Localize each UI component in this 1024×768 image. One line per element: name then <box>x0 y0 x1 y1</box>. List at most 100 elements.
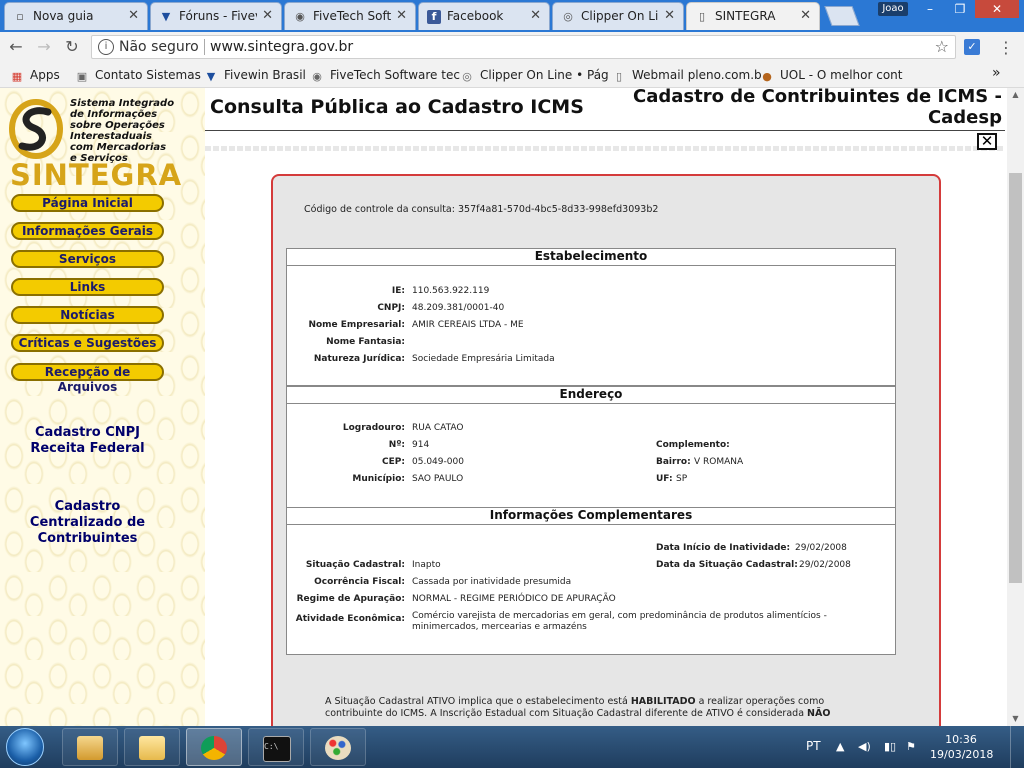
bookmark-clipper[interactable]: ◎ Clipper On Line • Pág <box>460 68 608 83</box>
security-label: Não seguro <box>119 39 199 55</box>
bookmark-fivetech[interactable]: ◉ FiveTech Software tec <box>310 68 460 83</box>
bookmark-apps[interactable]: ▦ Apps <box>10 68 60 83</box>
windows-taskbar: C:\ PT ▲ ◀) ▮▯ ⚑ 10:36 19/03/2018 <box>0 726 1024 768</box>
title-divider-dotted <box>205 146 1005 151</box>
section-title: Estabelecimento <box>287 249 895 266</box>
clipper-icon: ◎ <box>462 69 472 83</box>
section-endereco: Endereço Logradouro: RUA CATAO Nº: 914 Com… <box>286 386 896 508</box>
show-desktop-button[interactable] <box>1010 726 1024 768</box>
link-cadastro-cnpj[interactable]: Cadastro CNPJ Receita Federal <box>0 425 175 457</box>
scroll-thumb[interactable] <box>1009 173 1022 583</box>
close-icon[interactable]: ✕ <box>800 8 811 23</box>
taskbar-cmd[interactable]: C:\ <box>248 728 304 766</box>
page-icon: ▯ <box>615 69 623 83</box>
nav-noticias[interactable]: Notícias <box>11 306 164 324</box>
link-cadastro-centralizado[interactable]: Cadastro Centralizado de Contribuintes <box>0 499 175 547</box>
nav-servicos[interactable]: Serviços <box>11 250 164 268</box>
taskbar-paint[interactable] <box>310 728 366 766</box>
section-estabelecimento: Estabelecimento IE: 110.563.922.119 CNPJ:… <box>286 248 896 386</box>
address-divider <box>204 39 205 55</box>
nav-pagina-inicial[interactable]: Página Inicial <box>11 194 164 212</box>
speaker-icon[interactable]: ◀) <box>858 740 871 753</box>
reload-icon[interactable]: ↻ <box>62 38 82 56</box>
taskbar-chrome[interactable] <box>186 728 242 766</box>
profile-name[interactable]: Joao <box>878 2 908 16</box>
close-icon[interactable]: ✕ <box>664 8 675 23</box>
bookmarks-bar: ▦ Apps ▣ Contato Sistemas ▼ Fivewin Brasil … <box>0 62 1024 88</box>
clipper-icon: ◎ <box>563 10 573 23</box>
close-icon[interactable]: ✕ <box>396 8 407 23</box>
system-clock[interactable]: 10:36 19/03/2018 <box>930 732 993 762</box>
chrome-icon <box>201 736 227 760</box>
close-icon[interactable]: ✕ <box>530 8 541 23</box>
start-button[interactable] <box>6 728 44 766</box>
blank-page-icon: ▫ <box>16 10 24 23</box>
title-divider <box>205 130 1005 131</box>
fivewin-icon: ▼ <box>206 69 216 83</box>
nav-informacoes-gerais[interactable]: Informações Gerais <box>11 222 164 240</box>
tab-facebook[interactable]: f Facebook ✕ <box>418 2 550 30</box>
forward-arrow-icon[interactable]: → <box>34 38 54 56</box>
tab-strip: ▫ Nova guia ✕ ▼ Fóruns - Fivev ✕ ◉ FiveT… <box>0 0 1024 32</box>
window-close-button[interactable]: ✕ <box>975 0 1019 18</box>
minimize-button[interactable]: – <box>915 0 945 18</box>
fivetech-eye-icon: ◉ <box>312 69 322 83</box>
nav-recepcao-arquivos[interactable]: Recepção de Arquivos <box>11 363 164 394</box>
tray-expand-icon[interactable]: ▲ <box>836 740 844 753</box>
uol-icon: ● <box>762 69 772 83</box>
browser-toolbar: ← → ↻ i Não seguro www.sintegra.gov.br ☆… <box>0 32 1024 62</box>
tab-foruns[interactable]: ▼ Fóruns - Fivev ✕ <box>150 2 282 30</box>
bookmark-webmail[interactable]: ▯ Webmail pleno.com.b <box>612 68 762 83</box>
taskbar-explorer[interactable] <box>124 728 180 766</box>
close-icon[interactable]: ✕ <box>128 8 139 23</box>
close-icon[interactable]: ✕ <box>262 8 273 23</box>
facebook-icon: f <box>427 10 441 24</box>
extension-check-icon[interactable]: ✓ <box>964 39 980 55</box>
page-icon: ▯ <box>698 10 706 23</box>
close-button[interactable]: ✕ <box>977 133 997 150</box>
nav-links[interactable]: Links <box>11 278 164 296</box>
bookmark-fivewin[interactable]: ▼ Fivewin Brasil <box>204 68 306 83</box>
tab-sintegra[interactable]: ▯ SINTEGRA ✕ <box>686 2 820 30</box>
back-arrow-icon[interactable]: ← <box>6 38 26 56</box>
tab-fivetech[interactable]: ◉ FiveTech Soft ✕ <box>284 2 416 30</box>
address-bar[interactable]: i Não seguro www.sintegra.gov.br ☆ <box>91 35 956 59</box>
paint-icon <box>325 736 351 760</box>
section-title: Endereço <box>287 386 895 404</box>
info-icon[interactable]: i <box>98 39 114 55</box>
maximize-button[interactable]: ❐ <box>945 0 975 18</box>
new-tab-button[interactable] <box>824 6 860 26</box>
control-code: Código de controle da consulta: 357f4a81… <box>304 204 659 215</box>
sintegra-emblem-icon <box>9 99 63 159</box>
bookmark-uol[interactable]: ● UOL - O melhor cont <box>760 68 902 83</box>
tab-nova-guia[interactable]: ▫ Nova guia ✕ <box>4 2 148 30</box>
taskbar-outlook[interactable] <box>62 728 118 766</box>
outlook-icon <box>77 736 103 760</box>
more-bookmarks-button[interactable]: » <box>992 65 1001 81</box>
situacao-notice: A Situação Cadastral ATIVO implica que o… <box>325 696 831 719</box>
language-indicator[interactable]: PT <box>806 739 821 753</box>
contact-icon: ▣ <box>76 69 88 83</box>
tab-clipper[interactable]: ◎ Clipper On Lin ✕ <box>552 2 684 30</box>
sintegra-sidebar: Sistema Integrado de Informações sobre O… <box>0 88 205 726</box>
section-title: Informações Complementares <box>287 508 895 525</box>
apps-grid-icon: ▦ <box>11 69 23 83</box>
web-page: Sistema Integrado de Informações sobre O… <box>0 88 1024 726</box>
cadesp-title: Cadastro de Contribuintes de ICMS - Cade… <box>633 88 1002 128</box>
nav-criticas-sugestoes[interactable]: Críticas e Sugestões <box>11 334 164 352</box>
action-center-flag-icon[interactable]: ⚑ <box>906 740 916 753</box>
scroll-up-icon[interactable]: ▲ <box>1007 88 1024 102</box>
menu-dots-icon[interactable]: ⋮ <box>998 38 1014 57</box>
url-text[interactable]: www.sintegra.gov.br <box>210 39 353 55</box>
bookmark-contato[interactable]: ▣ Contato Sistemas <box>75 68 201 83</box>
star-icon[interactable]: ☆ <box>935 37 949 56</box>
network-icon[interactable]: ▮▯ <box>884 740 896 753</box>
fivewin-icon: ▼ <box>161 10 171 23</box>
file-explorer-icon <box>139 736 165 760</box>
vertical-scrollbar[interactable]: ▲ ▼ <box>1007 88 1024 726</box>
fivetech-eye-icon: ◉ <box>295 10 305 23</box>
sintegra-wordmark: SINTEGRA <box>10 158 183 192</box>
scroll-down-icon[interactable]: ▼ <box>1007 712 1024 726</box>
consulta-result-card: Código de controle da consulta: 357f4a81… <box>271 174 941 726</box>
page-title: Consulta Pública ao Cadastro ICMS <box>210 96 584 118</box>
